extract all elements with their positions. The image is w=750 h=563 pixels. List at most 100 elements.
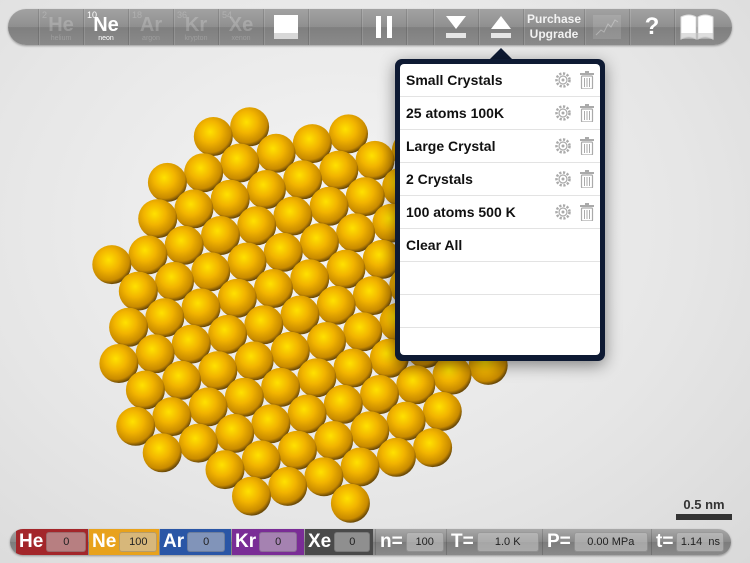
ar-count-control[interactable]: Ar 0	[160, 529, 231, 555]
stat-label: t=	[656, 531, 674, 552]
trash-icon[interactable]	[580, 104, 594, 127]
saved-state-item[interactable]: 2 Crystals	[400, 163, 600, 196]
neon-atom[interactable]	[232, 476, 271, 516]
stat-label: P=	[547, 531, 571, 552]
stop-icon	[274, 15, 298, 39]
pause-button[interactable]	[361, 9, 406, 45]
element-name: xenon	[231, 34, 251, 42]
ne-count-control[interactable]: Ne 100	[89, 529, 159, 555]
trash-icon[interactable]	[580, 137, 594, 160]
empty-list-row	[400, 295, 600, 328]
element-name: krypton	[184, 34, 208, 42]
saved-state-item[interactable]: Clear All	[400, 229, 600, 262]
pause-icon	[376, 16, 392, 38]
trash-icon[interactable]	[580, 71, 594, 94]
neon-atom[interactable]	[330, 483, 370, 523]
top-toolbar: 2 He helium 10 Ne neon 18 Ar argon 36 Kr…	[8, 9, 732, 45]
element-count[interactable]: 0	[334, 532, 371, 552]
temperature-stat[interactable]: T= 1.0 K	[446, 529, 542, 555]
empty-list-row	[400, 328, 600, 355]
help-button[interactable]: ?	[629, 9, 674, 45]
pressure-stat: P= 0.00 MPa	[542, 529, 651, 555]
element-symbol: He	[19, 531, 44, 552]
saved-state-label: 100 atoms 500 K	[406, 204, 516, 220]
neon-atom[interactable]	[376, 437, 416, 477]
kr-count-control[interactable]: Kr 0	[232, 529, 304, 555]
gear-icon[interactable]	[554, 203, 572, 226]
trash-icon[interactable]	[580, 170, 594, 193]
save-button[interactable]	[433, 9, 478, 45]
gear-icon[interactable]	[554, 104, 572, 127]
saved-state-label: 25 atoms 100K	[406, 105, 505, 121]
atomic-number: 10	[87, 10, 98, 20]
element-name: argon	[142, 34, 160, 42]
simulation-canvas[interactable]	[0, 0, 750, 563]
atomic-number: 36	[177, 10, 188, 20]
atomic-number: 18	[132, 10, 143, 20]
element-button-xe[interactable]: 54 Xe xenon	[218, 9, 263, 45]
neon-atom[interactable]	[340, 447, 380, 487]
scale-bar-label: 0.5 nm	[683, 497, 725, 512]
element-symbol: Xe	[228, 13, 254, 36]
neon-atom[interactable]	[432, 355, 472, 395]
stat-value: 0.00 MPa	[573, 532, 648, 552]
gear-icon[interactable]	[554, 137, 572, 160]
element-name: neon	[98, 34, 114, 42]
empty-toolbar-slot	[308, 9, 361, 45]
element-symbol: Ar	[163, 531, 185, 552]
saved-state-label: Small Crystals	[406, 72, 503, 88]
element-count[interactable]: 0	[187, 532, 226, 552]
book-icon	[680, 14, 714, 40]
saved-state-label: Clear All	[406, 237, 463, 253]
purchase-label: Purchase	[526, 12, 582, 26]
neon-atom[interactable]	[268, 466, 308, 506]
stop-button[interactable]	[263, 9, 308, 45]
purchase-upgrade-button[interactable]: Purchase Upgrade	[523, 9, 584, 45]
time-stat: t= 1.14 ns	[651, 529, 731, 555]
atomic-number: 54	[222, 10, 233, 20]
saved-state-item[interactable]: 25 atoms 100K	[400, 97, 600, 130]
empty-list-row	[400, 262, 600, 295]
load-button[interactable]	[478, 9, 523, 45]
upgrade-label: Upgrade	[529, 27, 579, 41]
element-symbol: Xe	[308, 531, 332, 552]
saved-state-label: 2 Crystals	[406, 171, 473, 187]
help-icon: ?	[644, 13, 660, 40]
atomic-number: 2	[42, 10, 48, 20]
scale-bar-line	[676, 514, 732, 520]
atom-count-stat: n= 100	[375, 529, 446, 555]
gear-icon[interactable]	[554, 71, 572, 94]
element-button-ar[interactable]: 18 Ar argon	[128, 9, 173, 45]
xe-count-control[interactable]: Xe 0	[305, 529, 373, 555]
element-symbol: He	[48, 13, 74, 36]
element-name: helium	[50, 34, 72, 42]
gear-icon[interactable]	[554, 170, 572, 193]
scale-bar: 0.5 nm	[676, 497, 732, 520]
bottom-status-bar: He 0 Ne 100 Ar 0 Kr 0 Xe 0 n= 100 T= 1.0…	[10, 529, 731, 555]
saved-state-item[interactable]: Large Crystal	[400, 130, 600, 163]
element-symbol: Ne	[93, 13, 119, 36]
neon-atom[interactable]	[422, 391, 462, 431]
saved-state-label: Large Crystal	[406, 138, 496, 154]
element-button-ne[interactable]: 10 Ne neon	[83, 9, 128, 45]
saved-states-list: Small Crystals 25 atoms 100K Large Crystal…	[400, 64, 600, 355]
saved-state-item[interactable]: Small Crystals	[400, 64, 600, 97]
element-count[interactable]: 0	[46, 532, 87, 552]
manual-button[interactable]	[674, 9, 719, 45]
neon-atom[interactable]	[413, 428, 453, 468]
element-count[interactable]: 0	[259, 532, 298, 552]
trash-icon[interactable]	[580, 203, 594, 226]
element-symbol: Kr	[235, 531, 257, 552]
stat-value: 1.14 ns	[676, 532, 725, 552]
load-icon	[491, 16, 511, 38]
stat-value[interactable]: 1.0 K	[476, 532, 539, 552]
element-count[interactable]: 100	[119, 532, 158, 552]
element-button-kr[interactable]: 36 Kr krypton	[173, 9, 218, 45]
neon-atom[interactable]	[142, 433, 182, 473]
saved-state-item[interactable]: 100 atoms 500 K	[400, 196, 600, 229]
saved-states-popover: Small Crystals 25 atoms 100K Large Crystal…	[395, 59, 605, 361]
element-button-he[interactable]: 2 He helium	[38, 9, 83, 45]
stat-label: T=	[451, 531, 474, 552]
he-count-control[interactable]: He 0	[16, 529, 88, 555]
graph-button[interactable]	[584, 9, 629, 45]
